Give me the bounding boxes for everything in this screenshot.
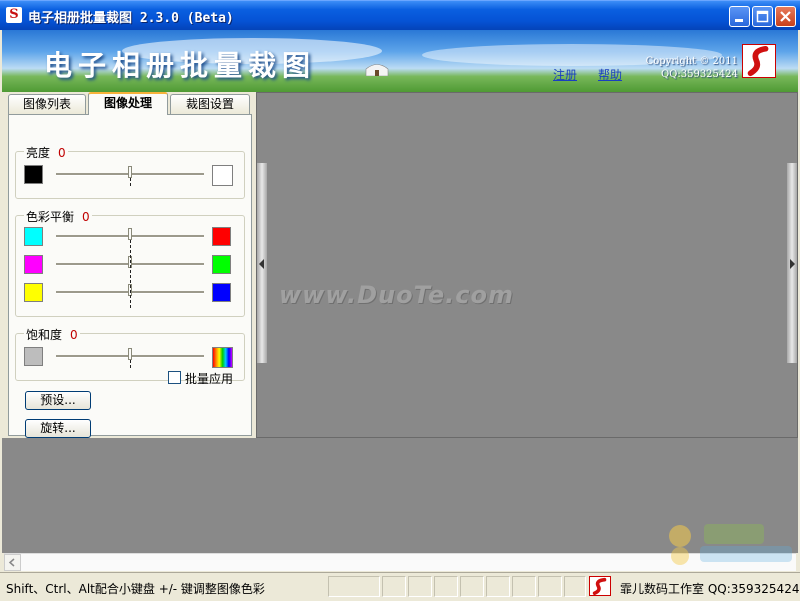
brightness-center-tick xyxy=(130,178,132,186)
banner-title: 电子相册批量裁图 xyxy=(44,49,317,82)
status-cell xyxy=(564,576,586,597)
arrow-right-icon xyxy=(790,259,795,269)
status-cell xyxy=(328,576,380,597)
qq-line: QQ:359325424 xyxy=(660,69,738,80)
maximize-icon xyxy=(753,7,772,26)
site-watermark-logo-icon xyxy=(669,524,792,565)
rotate-button[interactable]: 旋转... xyxy=(25,419,91,438)
tab-image-processing[interactable]: 图像处理 xyxy=(88,92,168,115)
red-swatch xyxy=(212,227,231,246)
left-panel: 图像列表 图像处理 裁图设置 亮度 0 色彩平衡 0 饱和度 0 预设... 旋… xyxy=(2,92,254,438)
image-preview-area[interactable]: www.DuoTe.com xyxy=(256,92,798,438)
yurt-icon xyxy=(365,64,389,76)
status-cell xyxy=(434,576,458,597)
saturation-value: 0 xyxy=(70,328,78,342)
app-banner: 电子相册批量裁图 注册 帮助 Copyright © 2011 QQ:35932… xyxy=(2,30,798,92)
close-icon xyxy=(776,7,795,26)
color-balance-value: 0 xyxy=(82,210,90,224)
status-cell xyxy=(512,576,536,597)
brightness-group: 亮度 0 xyxy=(15,144,245,199)
studio-info: 霏儿数码工作室 QQ:359325424 xyxy=(620,582,800,596)
brightness-label-row: 亮度 0 xyxy=(24,144,68,161)
green-swatch xyxy=(212,255,231,274)
window-title: 电子相册批量裁图 2.3.0 (Beta) xyxy=(28,11,234,26)
cyan-swatch xyxy=(24,227,43,246)
preset-button[interactable]: 预设... xyxy=(25,391,91,410)
color-balance-center-tick xyxy=(130,240,132,308)
white-swatch xyxy=(212,165,233,186)
next-image-handle[interactable] xyxy=(787,163,797,363)
title-bar[interactable]: S 电子相册批量裁图 2.3.0 (Beta) xyxy=(0,0,800,30)
status-cell xyxy=(460,576,484,597)
magenta-swatch xyxy=(24,255,43,274)
status-bar: Shift、Ctrl、Alt配合小键盘 +/- 键调整图像色彩 霏儿数码工作室 … xyxy=(0,572,800,601)
tab-image-list[interactable]: 图像列表 xyxy=(8,94,86,114)
help-link[interactable]: 帮助 xyxy=(598,66,622,83)
prev-image-handle[interactable] xyxy=(257,163,267,363)
register-link[interactable]: 注册 xyxy=(553,66,577,83)
studio-logo-icon xyxy=(589,576,611,596)
tab-crop-settings[interactable]: 裁图设置 xyxy=(170,94,250,114)
status-cell xyxy=(538,576,562,597)
saturation-center-tick xyxy=(130,360,132,368)
preview-watermark: www.DuoTe.com xyxy=(279,281,514,309)
batch-apply-checkbox[interactable] xyxy=(168,371,181,384)
saturation-label-row: 饱和度 0 xyxy=(24,326,80,343)
status-hint: Shift、Ctrl、Alt配合小键盘 +/- 键调整图像色彩 xyxy=(6,582,265,596)
copyright-text: Copyright © 2011 QQ:359325424 xyxy=(634,55,738,81)
scroll-left-button[interactable] xyxy=(4,554,21,571)
yellow-swatch xyxy=(24,283,43,302)
arrow-left-icon xyxy=(259,259,264,269)
brand-logo-icon xyxy=(742,44,776,78)
gray-swatch xyxy=(24,347,43,366)
status-cell xyxy=(382,576,406,597)
color-balance-label: 色彩平衡 xyxy=(26,210,75,224)
rainbow-swatch xyxy=(212,347,233,368)
minimize-button[interactable] xyxy=(729,6,750,27)
close-button[interactable] xyxy=(775,6,796,27)
color-balance-group: 色彩平衡 0 xyxy=(15,208,245,317)
black-swatch xyxy=(24,165,43,184)
chevron-left-icon xyxy=(8,558,15,567)
app-icon: S xyxy=(6,7,22,23)
minimize-icon xyxy=(730,7,749,26)
saturation-label: 饱和度 xyxy=(26,328,63,342)
blue-swatch xyxy=(212,283,231,302)
brightness-label: 亮度 xyxy=(26,146,51,160)
status-cell xyxy=(486,576,510,597)
batch-apply-label: 批量应用 xyxy=(185,372,234,386)
maximize-button[interactable] xyxy=(752,6,773,27)
tab-panel-image-processing: 亮度 0 色彩平衡 0 饱和度 0 预设... 旋转... xyxy=(8,114,252,438)
brightness-value: 0 xyxy=(58,146,66,160)
status-cell xyxy=(408,576,432,597)
copyright-line: Copyright © 2011 xyxy=(645,56,738,67)
color-balance-label-row: 色彩平衡 0 xyxy=(24,208,92,225)
